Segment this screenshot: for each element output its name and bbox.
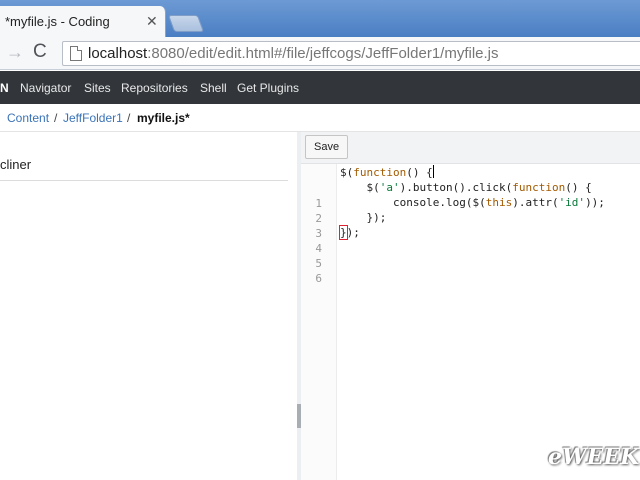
tab-title: *myfile.js - Coding <box>5 14 110 29</box>
url-path: :8080/edit/edit.html#/file/jeffcogs/Jeff… <box>147 45 499 62</box>
nav-repositories[interactable]: Repositories <box>121 81 188 95</box>
new-tab-button[interactable] <box>167 15 205 32</box>
app-brand: N <box>0 81 9 95</box>
eweek-watermark-logo: eWEEK <box>548 444 640 470</box>
nav-shell[interactable]: Shell <box>200 81 227 95</box>
reload-icon[interactable]: C <box>33 41 47 63</box>
address-bar[interactable]: localhost:8080/edit/edit.html#/file/jeff… <box>62 41 640 66</box>
code-string: 'a' <box>379 181 400 194</box>
save-button[interactable]: Save <box>305 135 349 159</box>
code-line-2: $('a').button().click(function() { <box>340 180 592 195</box>
close-tab-icon[interactable]: ✕ <box>146 13 158 30</box>
outline-panel: cliner <box>0 132 298 480</box>
code-text: $( <box>340 181 380 194</box>
line-number: 2 <box>315 212 322 225</box>
code-text: ).button().click( <box>399 181 513 194</box>
breadcrumb-separator: / <box>127 111 131 125</box>
code-keyword: function <box>512 181 566 194</box>
breadcrumb-file: myfile.js* <box>137 111 190 125</box>
nav-sites[interactable]: Sites <box>84 81 111 95</box>
line-number: 1 <box>315 197 322 210</box>
browser-tabstrip: *myfile.js - Coding ✕ <box>0 0 640 37</box>
code-text: () { <box>565 181 592 194</box>
nav-navigator[interactable]: Navigator <box>20 81 71 95</box>
breadcrumb-folder[interactable]: JeffFolder1 <box>63 111 123 125</box>
page-icon <box>70 46 82 61</box>
code-keyword: function <box>353 166 407 179</box>
line-number: 3 <box>315 227 322 240</box>
line-number: 4 <box>315 242 322 255</box>
breadcrumb-separator: / <box>54 111 58 125</box>
line-number: 6 <box>315 272 322 285</box>
outline-title: cliner <box>0 157 32 172</box>
editor-toolbar: Save <box>301 132 640 164</box>
line-number-gutter: 1 2 3 4 5 6 <box>301 164 337 480</box>
matched-bracket: } <box>339 225 348 240</box>
divider <box>0 180 288 181</box>
code-string: 'id' <box>558 196 586 209</box>
code-line-5: }); <box>339 225 360 240</box>
code-text: console.log($( <box>340 196 486 209</box>
breadcrumb: Content / JeffFolder1 / myfile.js* <box>0 104 640 132</box>
code-text: ); <box>346 226 360 239</box>
app-header: N Navigator Sites Repositories Shell Get… <box>0 71 640 104</box>
text-caret <box>432 165 434 178</box>
browser-toolbar: → C localhost:8080/edit/edit.html#/file/… <box>0 37 640 70</box>
code-text: ).attr( <box>512 196 559 209</box>
code-text: () { <box>406 166 433 179</box>
forward-arrow-icon[interactable]: → <box>6 42 24 63</box>
browser-tab[interactable]: *myfile.js - Coding ✕ <box>0 6 166 37</box>
code-line-4: }); <box>340 210 386 225</box>
editor-panel: Save 1 2 3 4 5 6 $(function() { $('a').b… <box>301 132 640 480</box>
url-host: localhost <box>88 45 148 62</box>
code-text: }); <box>340 211 387 224</box>
nav-get-plugins[interactable]: Get Plugins <box>237 81 299 95</box>
breadcrumb-content[interactable]: Content <box>7 111 49 125</box>
code-keyword: this <box>485 196 513 209</box>
code-line-1: $(function() { <box>340 165 434 180</box>
code-line-3: console.log($(this).attr('id')); <box>340 195 605 210</box>
line-number: 5 <box>315 257 322 270</box>
code-text: )); <box>585 196 605 209</box>
url-text[interactable]: localhost:8080/edit/edit.html#/file/jeff… <box>88 45 499 62</box>
code-text: $( <box>340 166 354 179</box>
